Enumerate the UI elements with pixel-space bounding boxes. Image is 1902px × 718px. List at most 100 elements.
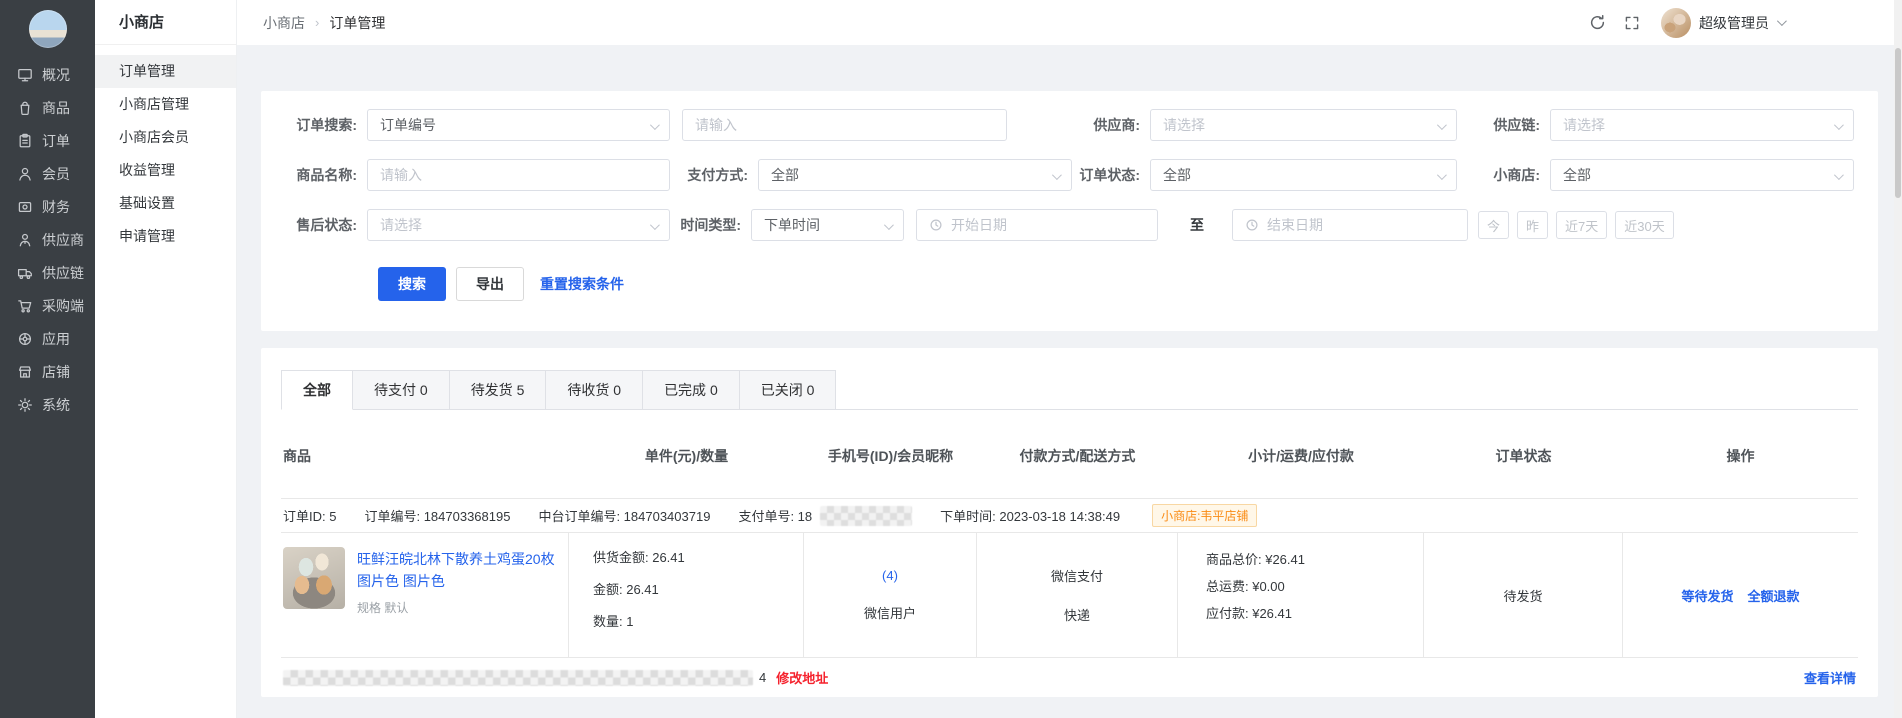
supplier-icon xyxy=(17,232,33,248)
submenu-item-basic-settings[interactable]: 基础设置 xyxy=(95,187,236,220)
submenu-item-revenue[interactable]: 收益管理 xyxy=(95,154,236,187)
order-time: 下单时间: 2023-03-18 14:38:49 xyxy=(940,506,1120,525)
supplier-select[interactable]: 请选择 xyxy=(1150,109,1457,141)
user-menu-chevron-icon[interactable] xyxy=(1777,16,1787,26)
shop-select[interactable]: 全部 xyxy=(1550,159,1854,191)
submenu-item-order-management[interactable]: 订单管理 xyxy=(95,55,236,88)
rail-item-goods[interactable]: 商品 xyxy=(0,91,95,124)
pay-no: 支付单号: 18 xyxy=(738,506,912,526)
members-icon xyxy=(17,166,33,182)
date-to-label: 至 xyxy=(1180,215,1214,235)
order-address-row: 4 修改地址 查看详情 xyxy=(281,657,1858,697)
product-name-input[interactable] xyxy=(367,159,670,191)
time-type-select[interactable]: 下单时间 xyxy=(751,209,904,241)
table-header: 商品 单件(元)/数量 手机号(ID)/会员昵称 付款方式/配送方式 小计/运费… xyxy=(281,434,1858,478)
tab-pending-receipt[interactable]: 待收货 0 xyxy=(545,370,643,410)
quick-range-30days[interactable]: 近30天 xyxy=(1615,211,1673,239)
status-tabs: 全部 待支付 0 待发货 5 待收货 0 已完成 0 已关闭 0 xyxy=(281,370,1858,410)
quick-range-today[interactable]: 今 xyxy=(1478,211,1509,239)
actions-cell: 等待发货 全额退款 xyxy=(1623,533,1858,657)
product-image[interactable] xyxy=(283,547,345,609)
quick-range-7days[interactable]: 近7天 xyxy=(1556,211,1607,239)
user-avatar[interactable] xyxy=(1661,8,1691,38)
end-date-input[interactable]: 结束日期 xyxy=(1232,209,1468,241)
rail-item-orders[interactable]: 订单 xyxy=(0,124,95,157)
rail-nav: 概况 商品 订单 会员 财务 供应商 xyxy=(0,58,95,421)
after-sale-select[interactable]: 请选择 xyxy=(367,209,670,241)
quick-range-yesterday[interactable]: 昨 xyxy=(1517,211,1548,239)
shop-badge: 小商店:韦平店铺 xyxy=(1152,504,1257,527)
rail-item-apps[interactable]: 应用 xyxy=(0,322,95,355)
submenu-item-shop-members[interactable]: 小商店会员 xyxy=(95,121,236,154)
supply-amount: 供货金额: 26.41 xyxy=(579,547,793,566)
status-cell: 待发货 xyxy=(1424,533,1623,657)
order-search-input[interactable] xyxy=(682,109,1007,141)
product-title-link[interactable]: 旺鲜汪皖北林下散养土鸡蛋20枚 图片色 图片色 xyxy=(357,549,555,592)
rail-item-store[interactable]: 店铺 xyxy=(0,355,95,388)
tab-completed[interactable]: 已完成 0 xyxy=(642,370,740,410)
submenu-item-shop-management[interactable]: 小商店管理 xyxy=(95,88,236,121)
view-detail-link[interactable]: 查看详情 xyxy=(1804,668,1856,687)
refresh-icon[interactable] xyxy=(1588,14,1606,32)
order-search-type-select[interactable]: 订单编号 xyxy=(367,109,670,141)
supply-chain-select[interactable]: 请选择 xyxy=(1550,109,1854,141)
clock-icon xyxy=(1245,218,1259,232)
modify-address-link[interactable]: 修改地址 xyxy=(776,668,828,687)
col-status: 订单状态 xyxy=(1424,446,1623,466)
topbar-right: 超级管理员 xyxy=(1588,8,1784,38)
tab-pending-shipment[interactable]: 待发货 5 xyxy=(449,370,547,410)
chevron-down-icon xyxy=(650,220,660,230)
topbar: 小商店 › 订单管理 超级管理员 xyxy=(237,0,1902,45)
rail-item-system[interactable]: 系统 xyxy=(0,388,95,421)
filter-row-1: 订单搜索: 订单编号 供应商: 请选择 供应链: 请选择 xyxy=(273,109,1866,141)
breadcrumb-root[interactable]: 小商店 xyxy=(263,13,305,33)
quantity: 数量: 1 xyxy=(579,611,793,630)
address-tail: 4 xyxy=(759,670,766,685)
col-unit-qty: 单件(元)/数量 xyxy=(569,446,804,466)
breadcrumb-current: 订单管理 xyxy=(329,13,385,33)
scrollbar-thumb[interactable] xyxy=(1895,48,1901,198)
product-spec: 规格 默认 xyxy=(357,599,555,616)
pay-method-select[interactable]: 全部 xyxy=(758,159,1072,191)
unit-qty-cell: 供货金额: 26.41 金额: 26.41 数量: 1 xyxy=(569,533,804,657)
rail-item-finance[interactable]: 财务 xyxy=(0,190,95,223)
await-shipment-link[interactable]: 等待发货 xyxy=(1681,586,1733,605)
chevron-down-icon xyxy=(884,220,894,230)
start-date-input[interactable]: 开始日期 xyxy=(916,209,1158,241)
tab-closed[interactable]: 已关闭 0 xyxy=(739,370,837,410)
order-list-panel: 全部 待支付 0 待发货 5 待收货 0 已完成 0 已关闭 0 商品 单件(元… xyxy=(261,348,1878,697)
order-status-select[interactable]: 全部 xyxy=(1150,159,1457,191)
amount: 金额: 26.41 xyxy=(579,579,793,598)
export-button[interactable]: 导出 xyxy=(456,267,524,301)
rail-item-overview[interactable]: 概况 xyxy=(0,58,95,91)
finance-icon xyxy=(17,199,33,215)
tab-pending-payment[interactable]: 待支付 0 xyxy=(352,370,450,410)
fullscreen-icon[interactable] xyxy=(1623,14,1641,32)
overview-icon xyxy=(17,67,33,83)
orders-icon xyxy=(17,133,33,149)
blurred-address xyxy=(283,670,753,686)
submenu-item-applications[interactable]: 申请管理 xyxy=(95,220,236,253)
product-cell: 旺鲜汪皖北林下散养土鸡蛋20枚 图片色 图片色 规格 默认 xyxy=(281,533,569,657)
reset-filters-link[interactable]: 重置搜索条件 xyxy=(540,274,624,294)
search-button[interactable]: 搜索 xyxy=(378,267,446,301)
time-type-label: 时间类型: xyxy=(670,215,751,235)
shop-label: 小商店: xyxy=(1457,165,1550,185)
content: 订单搜索: 订单编号 供应商: 请选择 供应链: 请选择 商品名称: xyxy=(237,45,1902,718)
user-name[interactable]: 超级管理员 xyxy=(1699,13,1769,33)
buyer-id-link[interactable]: (4) xyxy=(882,568,898,583)
rail-item-supply-chain[interactable]: 供应链 xyxy=(0,256,95,289)
tab-all[interactable]: 全部 xyxy=(281,370,353,410)
rail-item-procurement[interactable]: 采购端 xyxy=(0,289,95,322)
brand-avatar[interactable] xyxy=(29,10,67,48)
page-scrollbar xyxy=(1894,0,1902,718)
rail-item-supplier[interactable]: 供应商 xyxy=(0,223,95,256)
amount-payable: 应付款: ¥26.41 xyxy=(1206,603,1413,622)
rail-item-members[interactable]: 会员 xyxy=(0,157,95,190)
col-payment-delivery: 付款方式/配送方式 xyxy=(977,446,1178,466)
totals-cell: 商品总价: ¥26.41 总运费: ¥0.00 应付款: ¥26.41 xyxy=(1178,533,1424,657)
submenu-list: 订单管理 小商店管理 小商店会员 收益管理 基础设置 申请管理 xyxy=(95,45,236,253)
col-totals: 小计/运费/应付款 xyxy=(1178,446,1424,466)
full-refund-link[interactable]: 全额退款 xyxy=(1748,586,1800,605)
product-name-label: 商品名称: xyxy=(273,165,367,185)
